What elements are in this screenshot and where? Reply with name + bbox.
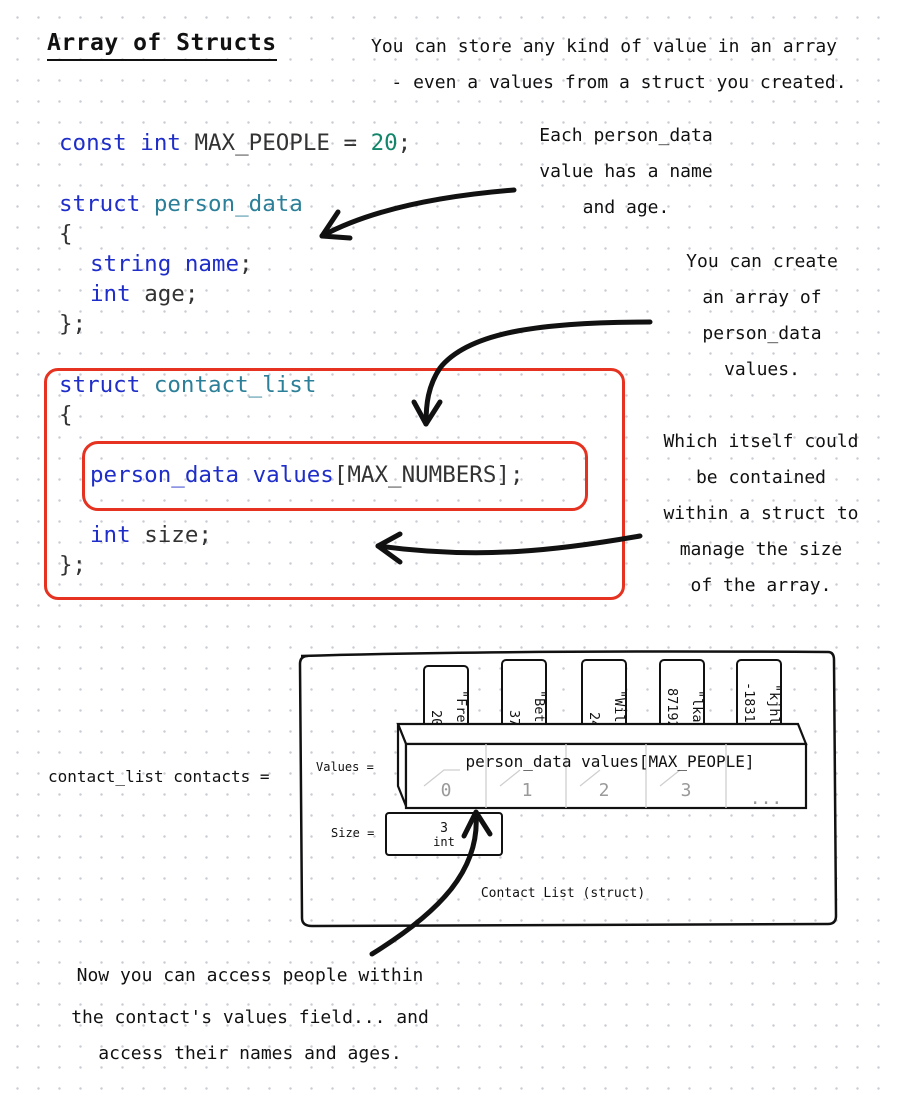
- arrow-struct: [375, 533, 643, 556]
- size-value: 3: [440, 821, 448, 836]
- arrow-array: [423, 319, 653, 427]
- arrow-person-data: [319, 187, 517, 239]
- index-1: 1: [522, 780, 533, 801]
- index-ellipsis: ...: [750, 788, 783, 809]
- size-type: int: [433, 835, 455, 849]
- array-caption: person_data values[MAX_PEOPLE]: [466, 752, 755, 771]
- diagram-drawing: "Fred" 20 "Betty" 37 "Wilma" 24 "lkasl 8…: [298, 187, 838, 957]
- index-3: 3: [681, 780, 692, 801]
- index-2: 2: [599, 780, 610, 801]
- struct-caption: Contact List (struct): [481, 886, 645, 901]
- index-0: 0: [441, 780, 452, 801]
- card-3-age: 87192: [664, 688, 680, 729]
